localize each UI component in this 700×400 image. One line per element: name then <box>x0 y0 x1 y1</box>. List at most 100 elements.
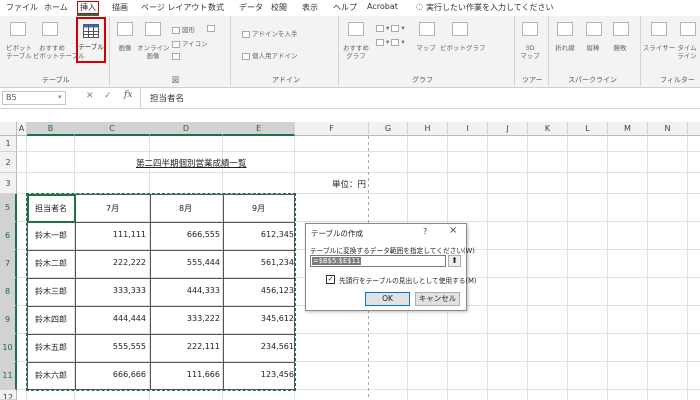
menu-formulas[interactable]: 数式 <box>208 2 224 13</box>
menu-acrobat[interactable]: Acrobat <box>367 2 398 11</box>
collapse-dialog-icon[interactable]: ⬆ <box>448 255 461 267</box>
menu-view[interactable]: 表示 <box>302 2 318 13</box>
select-all-corner[interactable] <box>0 122 17 136</box>
smartart-button[interactable] <box>172 52 182 60</box>
enter-icon[interactable]: ✓ <box>104 91 112 101</box>
menu-review[interactable]: 校閲 <box>271 2 287 13</box>
menu-help[interactable]: ヘルプ <box>333 2 357 13</box>
col-header-o[interactable] <box>688 122 700 136</box>
table-row-3-name[interactable]: 鈴木三郎 <box>35 286 67 297</box>
col-header-f[interactable]: F <box>295 122 369 136</box>
shapes-button[interactable]: 図形 <box>172 24 195 34</box>
tell-me-search[interactable]: 実行したい作業を入力してください <box>426 2 554 13</box>
col-header-d[interactable]: D <box>150 122 223 136</box>
row-header-11[interactable]: 11 <box>0 362 17 390</box>
table-row-3-sep[interactable]: 456,123 <box>224 286 294 295</box>
menu-page-layout[interactable]: ページ レイアウト <box>141 2 207 13</box>
col-header-a[interactable]: A <box>17 122 27 136</box>
col-header-l[interactable]: L <box>568 122 608 136</box>
table-button-highlight[interactable]: テーブル <box>76 17 106 63</box>
table-row-5-name[interactable]: 鈴木五郎 <box>35 342 67 353</box>
close-icon[interactable]: × <box>449 225 457 236</box>
range-input[interactable]: =$B$5:$E$11 <box>310 255 446 267</box>
header-september[interactable]: 9月 <box>252 203 265 214</box>
chevron-down-icon[interactable]: ▾ <box>58 93 62 101</box>
column-chart-button[interactable]: ▾ ▾ <box>376 24 405 32</box>
col-header-m[interactable]: M <box>608 122 648 136</box>
menu-insert[interactable]: 挿入 <box>77 1 99 14</box>
header-august[interactable]: 8月 <box>179 203 192 214</box>
table-row-4-jul[interactable]: 444,444 <box>76 314 146 323</box>
menu-file[interactable]: ファイル <box>6 2 38 13</box>
3d-map-button[interactable]: 3D マップ <box>518 44 542 60</box>
menu-draw[interactable]: 描画 <box>112 2 128 13</box>
table-row-6-name[interactable]: 鈴木六郎 <box>35 370 67 381</box>
sparkline-column-button[interactable]: 縦棒 <box>580 44 606 52</box>
menu-home[interactable]: ホーム <box>44 2 68 13</box>
table-row-1-aug[interactable]: 666,555 <box>151 230 220 239</box>
help-icon[interactable]: ? <box>423 227 427 236</box>
table-row-1-jul[interactable]: 111,111 <box>76 230 146 239</box>
row-header-9[interactable]: 9 <box>0 306 17 334</box>
table-row-2-aug[interactable]: 555,444 <box>151 258 220 267</box>
table-row-2-name[interactable]: 鈴木二郎 <box>35 258 67 269</box>
timeline-button[interactable]: タイム ライン <box>674 44 700 60</box>
sparkline-winloss-button[interactable]: 勝敗 <box>607 44 633 52</box>
personal-addin-button[interactable]: 個人用アドイン <box>242 50 298 60</box>
col-header-k[interactable]: K <box>528 122 568 136</box>
row-header-6[interactable]: 6 <box>0 222 17 250</box>
col-header-i[interactable]: I <box>448 122 488 136</box>
header-name[interactable]: 担当者名 <box>35 203 67 214</box>
3d-model-button[interactable] <box>207 24 217 32</box>
col-header-b[interactable]: B <box>27 122 75 136</box>
online-image-button[interactable]: オンライン 画像 <box>137 44 170 60</box>
table-row-5-jul[interactable]: 555,555 <box>76 342 146 351</box>
pivot-table-button[interactable]: ピボット テーブル <box>2 44 36 60</box>
header-row-checkbox-label[interactable]: 先頭行をテーブルの見出しとして使用する(M) <box>339 275 476 285</box>
table-row-2-sep[interactable]: 561,234 <box>224 258 294 267</box>
col-header-n[interactable]: N <box>648 122 688 136</box>
row-header-3[interactable]: 3 <box>0 173 17 194</box>
table-row-4-sep[interactable]: 345,612 <box>224 314 294 323</box>
get-addin-button[interactable]: アドインを入手 <box>242 28 298 38</box>
recommended-pivot-button[interactable]: おすすめ ピボットテーブル <box>33 44 85 60</box>
header-row-checkbox[interactable]: ✓ <box>326 275 335 284</box>
pivot-chart-button[interactable]: ピボットグラフ <box>440 44 486 52</box>
cancel-icon[interactable]: ✕ <box>86 91 94 101</box>
row-header-1[interactable]: 1 <box>0 136 17 152</box>
row-header-5[interactable]: 5 <box>0 194 17 222</box>
icons-button[interactable]: アイコン <box>172 38 208 48</box>
map-button[interactable]: マップ <box>414 44 438 52</box>
row-header-8[interactable]: 8 <box>0 278 17 306</box>
table-row-4-name[interactable]: 鈴木四郎 <box>35 314 67 325</box>
row-header-10[interactable]: 10 <box>0 334 17 362</box>
table-row-1-name[interactable]: 鈴木一郎 <box>35 230 67 241</box>
table-row-3-aug[interactable]: 444,333 <box>151 286 220 295</box>
col-header-g[interactable]: G <box>369 122 408 136</box>
table-row-4-aug[interactable]: 333,222 <box>151 314 220 323</box>
table-row-2-jul[interactable]: 222,222 <box>76 258 146 267</box>
recommended-chart-button[interactable]: おすすめ グラフ <box>341 44 371 60</box>
col-header-e[interactable]: E <box>223 122 295 136</box>
table-row-1-sep[interactable]: 612,345 <box>224 230 294 239</box>
col-header-j[interactable]: J <box>488 122 528 136</box>
menu-data[interactable]: データ <box>239 2 263 13</box>
col-header-c[interactable]: C <box>75 122 150 136</box>
fx-icon[interactable]: fx <box>124 90 132 100</box>
table-row-5-sep[interactable]: 234,561 <box>224 342 294 351</box>
col-header-h[interactable]: H <box>408 122 448 136</box>
row-header-7[interactable]: 7 <box>0 250 17 278</box>
slicer-button[interactable]: スライサー <box>642 44 676 52</box>
table-row-3-jul[interactable]: 333,333 <box>76 286 146 295</box>
row-header-2[interactable]: 2 <box>0 152 17 173</box>
row-header-12[interactable]: 12 <box>0 390 17 400</box>
table-row-6-aug[interactable]: 111,666 <box>151 370 220 379</box>
pie-chart-button[interactable]: ▾ ▾ <box>376 38 405 46</box>
table-row-6-jul[interactable]: 666,666 <box>76 370 146 379</box>
formula-input[interactable]: 担当者名 <box>150 92 184 104</box>
header-july[interactable]: 7月 <box>106 203 119 214</box>
table-row-6-sep[interactable]: 123,456 <box>224 370 294 379</box>
ok-button[interactable]: OK <box>365 292 410 306</box>
image-button[interactable]: 画像 <box>113 44 137 52</box>
table-row-5-aug[interactable]: 222,111 <box>151 342 220 351</box>
